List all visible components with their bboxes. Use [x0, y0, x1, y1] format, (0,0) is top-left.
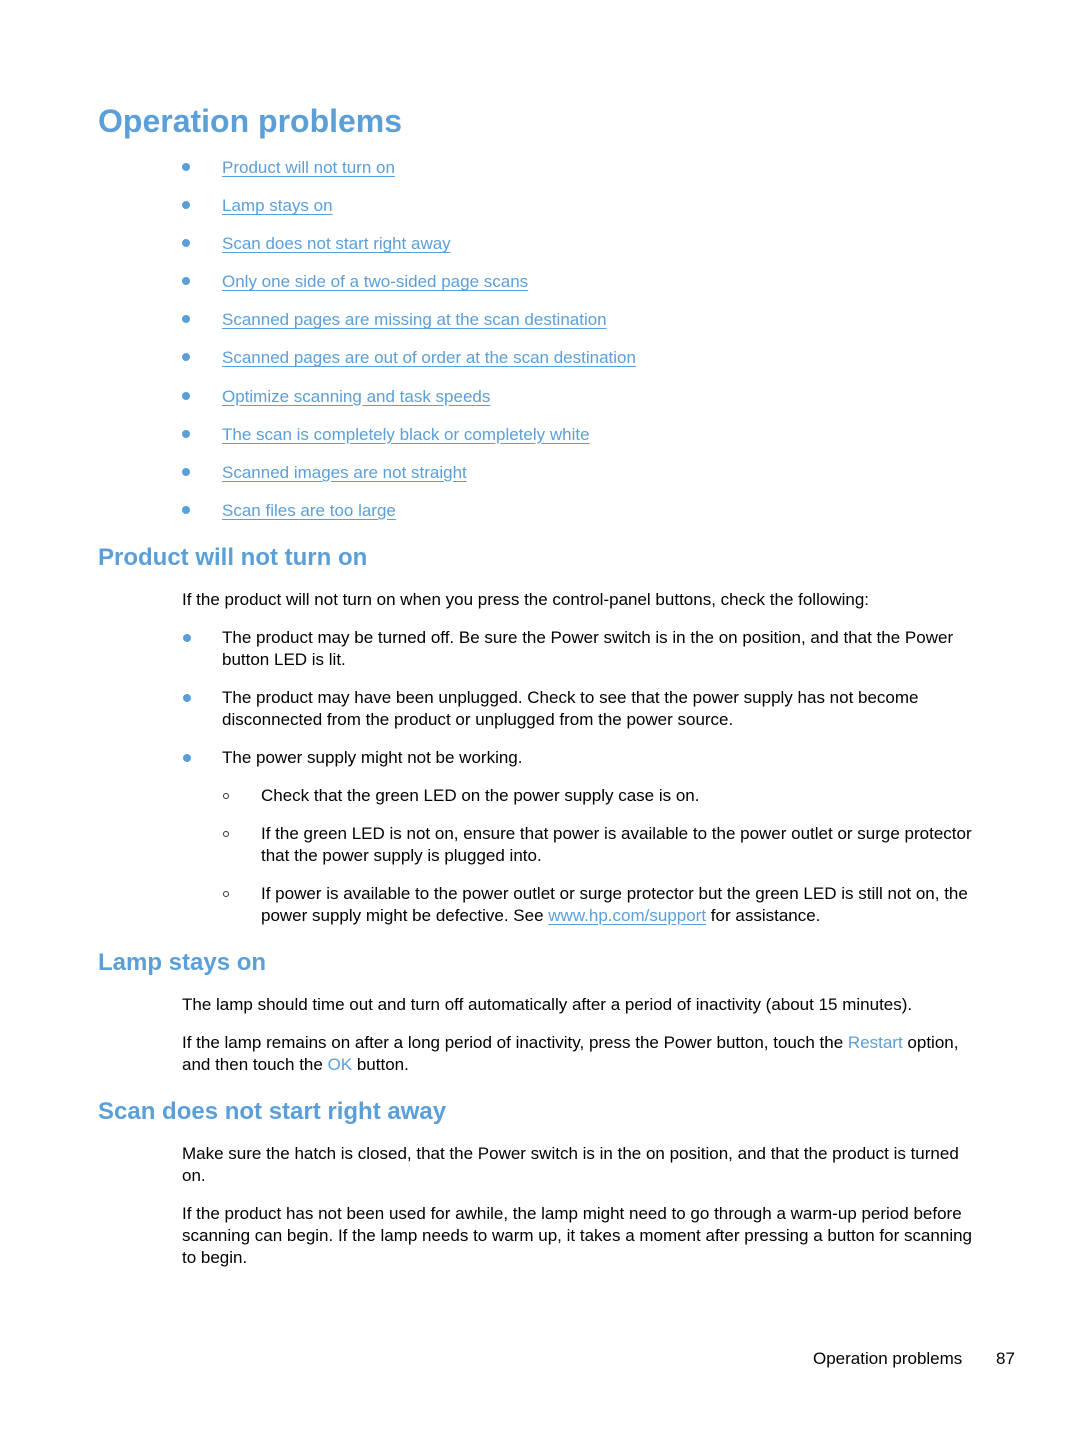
circle-bullet-icon	[223, 793, 229, 799]
circle-bullet-icon	[223, 891, 229, 897]
sub-bullet-text: Check that the green LED on the power su…	[261, 786, 700, 805]
bullet-icon	[182, 467, 190, 476]
page-number: 87	[996, 1349, 1015, 1368]
lamp-paragraph-2: If the lamp remains on after a long peri…	[182, 1032, 982, 1076]
lamp-paragraph-1: The lamp should time out and turn off au…	[182, 995, 913, 1014]
toc-link-pages-out-of-order[interactable]: Scanned pages are out of order at the sc…	[222, 346, 636, 370]
section-heading-lamp-stays-on: Lamp stays on	[98, 949, 267, 976]
bullet-icon	[183, 694, 191, 702]
bullet-icon	[182, 277, 190, 286]
bullet-icon	[182, 239, 190, 248]
circle-bullet-icon	[223, 831, 229, 837]
lamp-text-c: button.	[352, 1055, 409, 1074]
bullet-text: The power supply might not be working.	[222, 748, 523, 767]
bullet-text: The product may have been unplugged. Che…	[222, 688, 919, 729]
sub-bullet-item: If the green LED is not on, ensure that …	[222, 823, 992, 867]
toc-link-files-too-large[interactable]: Scan files are too large	[222, 499, 396, 523]
bullet-icon	[182, 429, 190, 438]
hp-support-link[interactable]: www.hp.com/support	[548, 906, 706, 925]
bullet-icon	[182, 391, 190, 400]
restart-option-label: Restart	[847, 1033, 903, 1052]
section-intro: If the product will not turn on when you…	[182, 590, 870, 609]
sub-bullet-text: If power is available to the power outle…	[261, 883, 992, 927]
bullet-item: The product may be turned off. Be sure t…	[182, 627, 982, 671]
bullet-item: The power supply might not be working.	[182, 747, 982, 769]
bullet-icon	[182, 163, 190, 171]
bullet-item: The product may have been unplugged. Che…	[182, 687, 982, 731]
sub-bullet-item: Check that the green LED on the power su…	[222, 785, 992, 807]
toc-link-one-side-scans[interactable]: Only one side of a two-sided page scans	[222, 270, 528, 294]
bullet-icon	[182, 201, 190, 210]
section-heading-scan-does-not-start: Scan does not start right away	[98, 1098, 447, 1125]
bullet-icon	[182, 353, 190, 362]
bullet-icon	[183, 634, 191, 642]
toc-link-scan-does-not-start[interactable]: Scan does not start right away	[222, 232, 451, 256]
toc-link-not-straight[interactable]: Scanned images are not straight	[222, 461, 467, 485]
scan-start-paragraph-2: If the product has not been used for awh…	[182, 1204, 973, 1267]
bullet-text: The product may be turned off. Be sure t…	[222, 628, 954, 669]
toc-link-pages-missing[interactable]: Scanned pages are missing at the scan de…	[222, 308, 607, 332]
bullet-icon	[183, 754, 191, 762]
toc-link-optimize-speeds[interactable]: Optimize scanning and task speeds	[222, 385, 490, 409]
page-title: Operation problems	[98, 103, 403, 139]
bullet-icon	[182, 315, 190, 324]
bullet-icon	[182, 505, 190, 514]
section-heading-product-will-not-turn-on: Product will not turn on	[98, 544, 368, 571]
toc-link-lamp-stays-on[interactable]: Lamp stays on	[222, 194, 333, 218]
scan-start-paragraph-1: Make sure the hatch is closed, that the …	[182, 1144, 959, 1185]
lamp-text-a: If the lamp remains on after a long peri…	[182, 1033, 848, 1052]
sub-bullet-item: If power is available to the power outle…	[222, 883, 992, 927]
footer-section-name: Operation problems	[813, 1349, 963, 1368]
toc-link-product-will-not-turn-on[interactable]: Product will not turn on	[222, 156, 395, 180]
sub-bullet-text: If the green LED is not on, ensure that …	[261, 824, 972, 865]
ok-button-label: OK	[327, 1055, 353, 1074]
toc-link-black-or-white[interactable]: The scan is completely black or complete…	[222, 423, 590, 447]
text-after-link: for assistance.	[706, 906, 821, 925]
